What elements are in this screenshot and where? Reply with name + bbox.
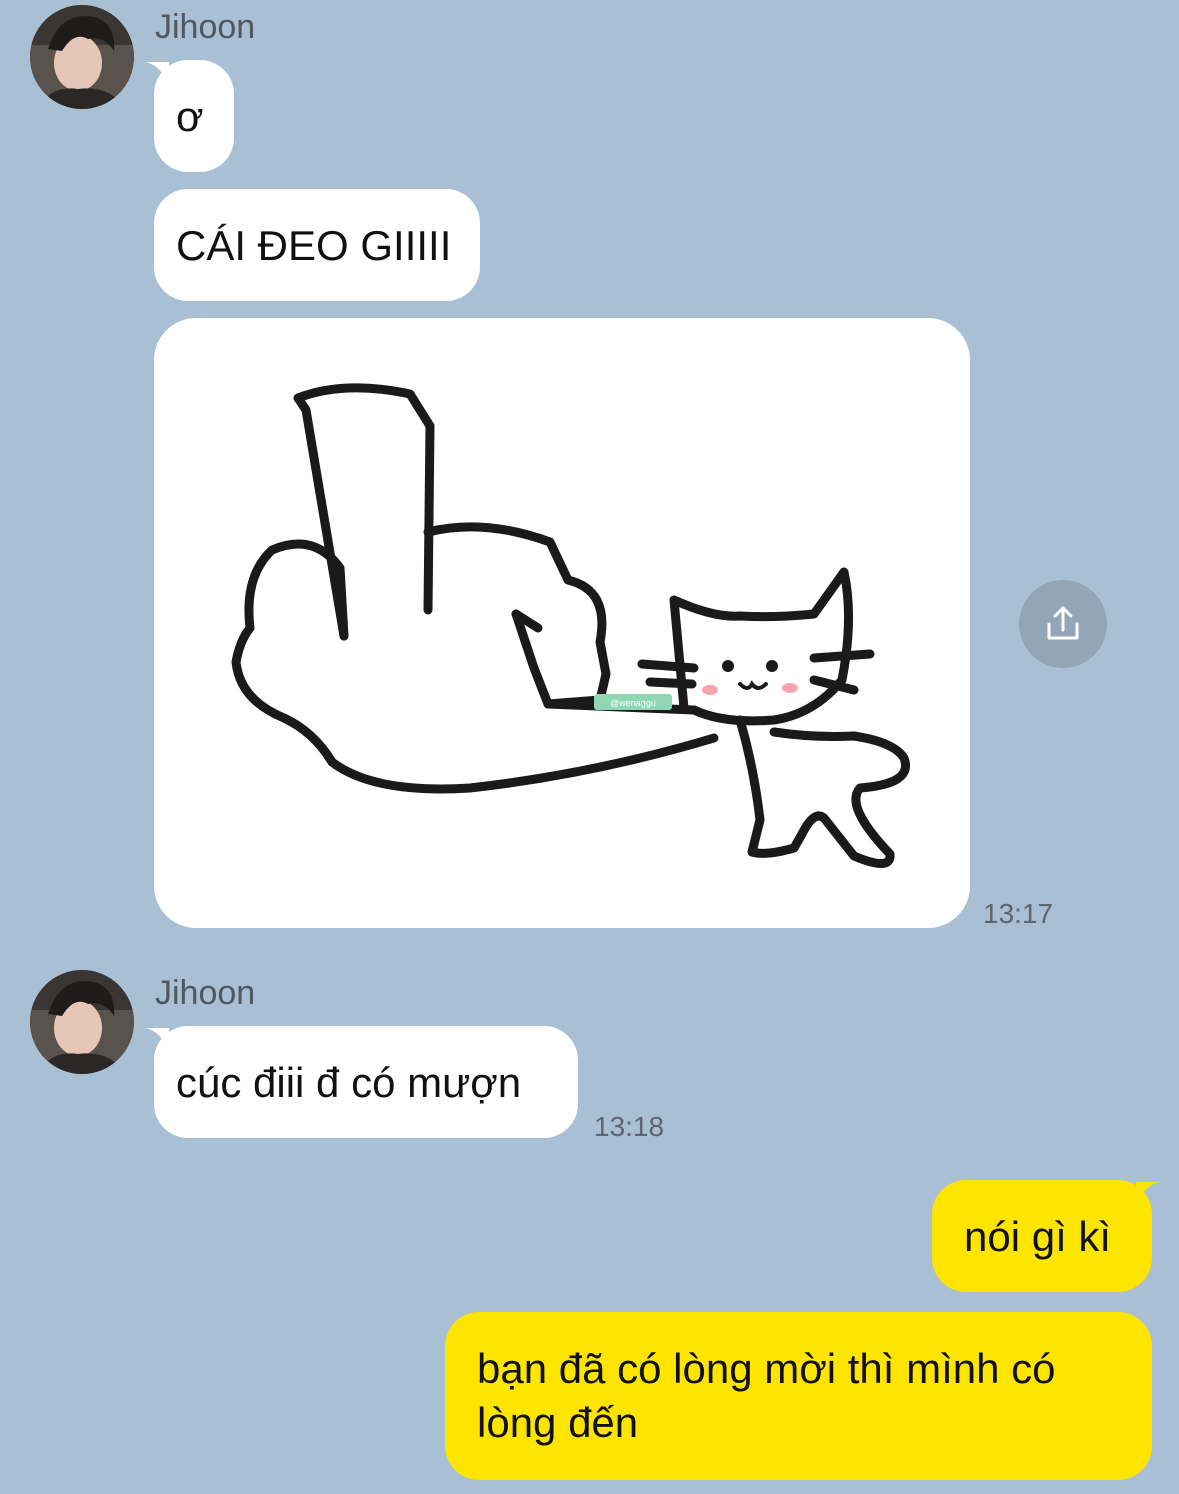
sender-name: Jihoon — [155, 974, 256, 1012]
avatar-photo-icon — [30, 5, 134, 109]
message-bubble[interactable]: CÁI ĐEO GIIIII — [154, 189, 480, 301]
image-message[interactable]: @wenaggu — [154, 318, 970, 928]
message-text: ơ — [176, 93, 204, 140]
sticker-image: @wenaggu — [231, 383, 910, 868]
message-bubble[interactable]: bạn đã có lòng mời thì mình có lòng đến — [445, 1312, 1152, 1480]
message-text: cúc điii đ có mượn — [176, 1059, 522, 1106]
message-time: 13:18 — [594, 1111, 665, 1142]
message-bubble[interactable]: ơ — [154, 60, 234, 172]
message-bubble[interactable]: cúc điii đ có mượn — [154, 1026, 578, 1138]
image-watermark: @wenaggu — [610, 698, 656, 708]
message-text: bạn đã có lòng mời thì mình có lòng đến — [477, 1345, 1056, 1446]
sender-name: Jihoon — [155, 8, 256, 46]
share-icon — [1047, 606, 1079, 640]
share-button[interactable] — [1019, 580, 1107, 668]
avatar[interactable] — [30, 5, 134, 109]
avatar[interactable] — [30, 970, 134, 1074]
avatar-photo-icon — [30, 970, 134, 1074]
message-text: CÁI ĐEO GIIIII — [176, 222, 452, 269]
message-text: nói gì kì — [964, 1213, 1112, 1260]
message-time: 13:17 — [983, 898, 1054, 929]
message-bubble[interactable]: nói gì kì — [932, 1180, 1152, 1292]
